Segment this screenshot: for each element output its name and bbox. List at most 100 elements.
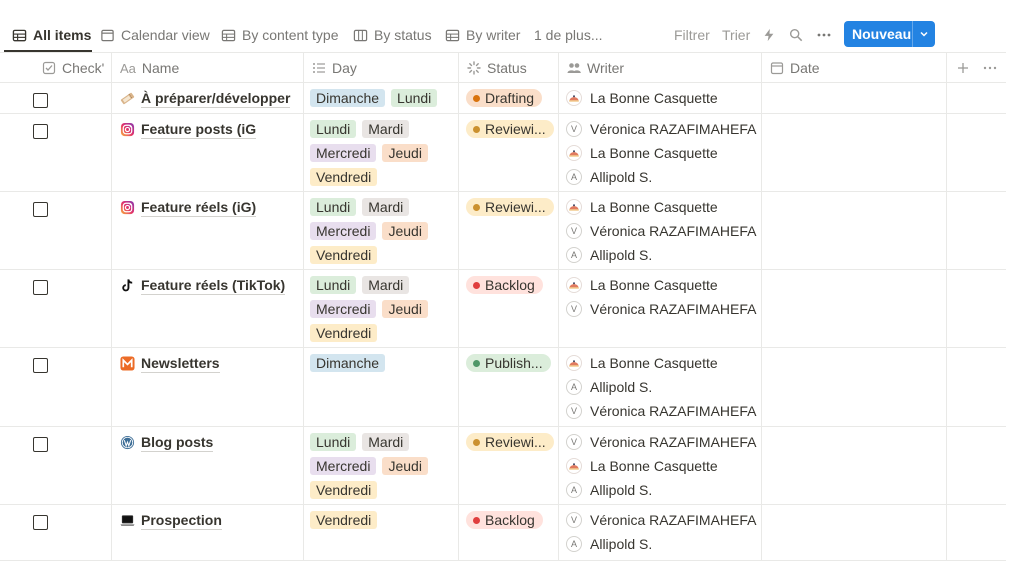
column-header-name[interactable]: Aa Name bbox=[111, 53, 303, 83]
tab-calendar-view[interactable]: Calendar view bbox=[100, 20, 210, 50]
new-button-dropdown[interactable] bbox=[913, 29, 935, 39]
wordpress-icon bbox=[120, 435, 135, 450]
table-cell bbox=[0, 83, 111, 113]
day-tags[interactable]: Vendredi bbox=[310, 511, 450, 529]
column-header-status[interactable]: Status bbox=[458, 53, 558, 83]
row-title[interactable]: À préparer/développer bbox=[120, 89, 291, 108]
day-tag: Mardi bbox=[362, 120, 410, 138]
row-checkbox[interactable] bbox=[33, 437, 48, 452]
table-row[interactable]: Prospection Vendredi Backlog V Véronica RAZA… bbox=[0, 505, 1006, 561]
people-icon bbox=[567, 63, 581, 73]
writer-item: La Bonne Casquette bbox=[566, 273, 757, 297]
tab-by-content-type[interactable]: By content type bbox=[221, 20, 339, 50]
tab-by-status[interactable]: By status bbox=[353, 20, 432, 50]
row-checkbox[interactable] bbox=[33, 93, 48, 108]
writer-list[interactable]: V Véronica RAZAFIMAHEFA La Bonne Casquette… bbox=[566, 120, 757, 192]
board-icon bbox=[353, 29, 368, 41]
status-badge[interactable]: Publish... bbox=[466, 354, 551, 372]
writer-item: La Bonne Casquette bbox=[566, 195, 757, 219]
status-dot bbox=[473, 281, 480, 289]
mail-icon bbox=[120, 356, 135, 371]
table-cell bbox=[0, 114, 111, 191]
table-cell bbox=[946, 427, 1006, 504]
table-icon bbox=[221, 29, 236, 41]
row-checkbox[interactable] bbox=[33, 515, 48, 530]
column-more-icon[interactable] bbox=[983, 62, 997, 74]
writer-list[interactable]: La Bonne Casquette V Véronica RAZAFIMAHEFA… bbox=[566, 198, 757, 270]
row-title[interactable]: Prospection bbox=[120, 511, 222, 530]
status-dot bbox=[473, 516, 480, 524]
ticket-icon bbox=[120, 91, 135, 106]
status-badge[interactable]: Reviewi... bbox=[466, 198, 554, 216]
table-row[interactable]: Feature réels (iG) Lundi Mardi Mercredi Jeud… bbox=[0, 192, 1006, 270]
tab-more-views[interactable]: 1 de plus... bbox=[534, 20, 603, 50]
day-tag: Vendredi bbox=[310, 511, 378, 529]
tab-by-writer[interactable]: By writer bbox=[445, 20, 520, 50]
tab-all-items[interactable]: All items bbox=[12, 20, 91, 50]
day-tags[interactable]: Lundi Mardi Mercredi Jeudi Vendredi bbox=[310, 433, 450, 499]
row-checkbox[interactable] bbox=[33, 280, 48, 295]
table-row[interactable]: À préparer/développer Dimanche Lundi Drafti… bbox=[0, 83, 1006, 114]
tab-label: 1 de plus... bbox=[534, 27, 603, 43]
more-options-button[interactable] bbox=[816, 20, 832, 50]
status-badge[interactable]: Reviewi... bbox=[466, 120, 554, 138]
table-cell bbox=[761, 348, 946, 426]
writer-item: V Véronica RAZAFIMAHEFA bbox=[566, 508, 757, 532]
row-title[interactable]: Newsletters bbox=[120, 354, 220, 373]
add-column-icon[interactable] bbox=[957, 62, 969, 74]
day-tags[interactable]: Lundi Mardi Mercredi Jeudi Vendredi bbox=[310, 198, 450, 264]
table-row[interactable]: Feature posts (iG Lundi Mardi Mercredi Jeudi… bbox=[0, 114, 1006, 192]
filter-button[interactable]: Filtrer bbox=[674, 20, 710, 50]
search-button[interactable] bbox=[789, 20, 803, 50]
avatar: A bbox=[566, 482, 582, 498]
table-row[interactable]: Blog posts Lundi Mardi Mercredi Jeudi Vendred… bbox=[0, 427, 1006, 505]
status-label: Reviewi... bbox=[485, 434, 546, 450]
calendar-icon bbox=[101, 29, 114, 41]
column-header-check[interactable]: Check' bbox=[34, 53, 111, 83]
table-row[interactable]: Newsletters Dimanche Publish... La Bonne Ca… bbox=[0, 348, 1006, 427]
cap-avatar-icon bbox=[566, 199, 582, 215]
day-tag: Jeudi bbox=[382, 457, 428, 475]
sort-button[interactable]: Trier bbox=[722, 20, 750, 50]
column-header-day[interactable]: Day bbox=[303, 53, 458, 83]
row-checkbox[interactable] bbox=[33, 358, 48, 373]
day-tags[interactable]: Lundi Mardi Mercredi Jeudi Vendredi bbox=[310, 120, 450, 186]
row-title[interactable]: Feature posts (iG bbox=[120, 120, 257, 139]
row-title[interactable]: Feature réels (TikTok) bbox=[120, 276, 286, 295]
status-badge[interactable]: Reviewi... bbox=[466, 433, 554, 451]
day-tags[interactable]: Dimanche Lundi bbox=[310, 89, 450, 107]
instagram-icon bbox=[120, 122, 135, 137]
row-checkbox[interactable] bbox=[33, 202, 48, 217]
row-checkbox[interactable] bbox=[33, 124, 48, 139]
writer-item: La Bonne Casquette bbox=[566, 86, 718, 110]
writer-list[interactable]: La Bonne Casquette bbox=[566, 89, 718, 113]
status-badge[interactable]: Backlog bbox=[466, 511, 543, 529]
status-label: Publish... bbox=[485, 355, 543, 371]
status-badge[interactable]: Drafting bbox=[466, 89, 543, 107]
column-header-date[interactable]: Date bbox=[761, 53, 946, 83]
tab-label: Calendar view bbox=[121, 27, 210, 43]
day-tags[interactable]: Dimanche bbox=[310, 354, 450, 372]
day-tag: Dimanche bbox=[310, 89, 386, 107]
chevron-down-icon bbox=[920, 31, 928, 37]
table-cell bbox=[946, 83, 1006, 113]
writer-list[interactable]: V Véronica RAZAFIMAHEFA A Allipold S. bbox=[566, 511, 757, 559]
more-icon bbox=[817, 33, 831, 37]
table-cell bbox=[946, 348, 1006, 426]
writer-list[interactable]: La Bonne Casquette V Véronica RAZAFIMAHEFA bbox=[566, 276, 757, 324]
column-header-writer[interactable]: Writer bbox=[558, 53, 761, 83]
table-cell bbox=[0, 270, 111, 347]
day-tag: Mercredi bbox=[310, 144, 377, 162]
table-row[interactable]: Feature réels (TikTok) Lundi Mardi Mercredi… bbox=[0, 270, 1006, 348]
cap-avatar-icon bbox=[566, 355, 582, 371]
automation-button[interactable] bbox=[762, 20, 776, 50]
writer-list[interactable]: La Bonne Casquette A Allipold S. V Véronica … bbox=[566, 354, 757, 426]
row-title[interactable]: Blog posts bbox=[120, 433, 214, 452]
writer-list[interactable]: V Véronica RAZAFIMAHEFA La Bonne Casquette… bbox=[566, 433, 757, 505]
status-badge[interactable]: Backlog bbox=[466, 276, 543, 294]
row-title[interactable]: Feature réels (iG) bbox=[120, 198, 257, 217]
column-label: Writer bbox=[587, 60, 625, 76]
new-button[interactable]: Nouveau bbox=[844, 21, 935, 47]
writer-name: La Bonne Casquette bbox=[590, 145, 718, 161]
day-tags[interactable]: Lundi Mardi Mercredi Jeudi Vendredi bbox=[310, 276, 450, 342]
